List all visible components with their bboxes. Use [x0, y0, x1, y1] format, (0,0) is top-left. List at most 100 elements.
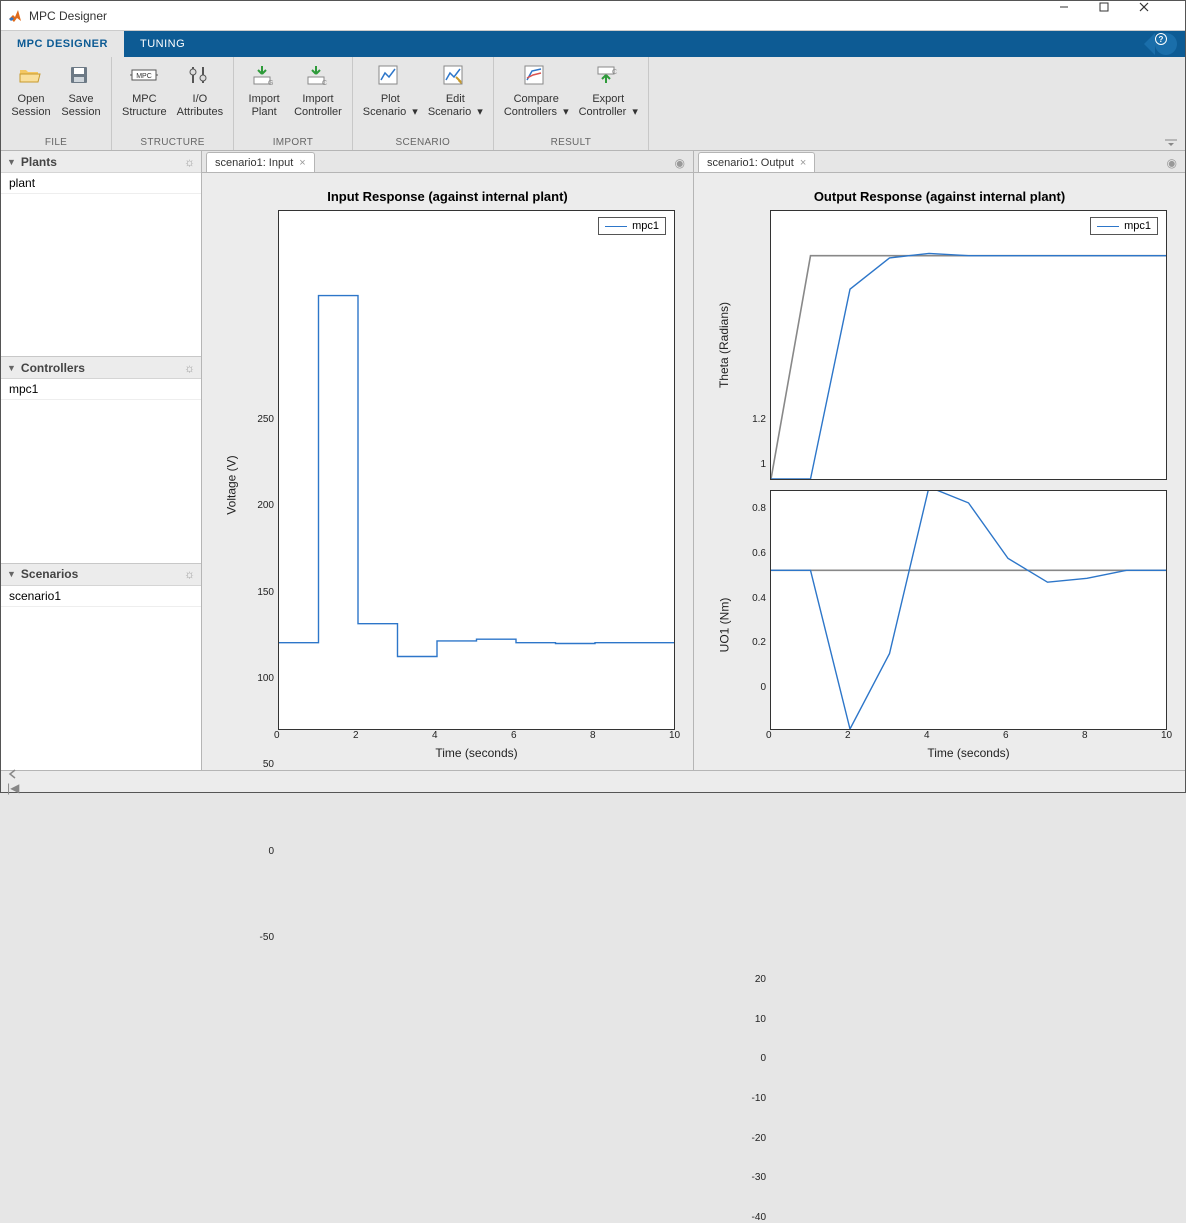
input-plot-area: Input Response (against internal plant) …	[202, 173, 693, 770]
sidebar: ▼Plants☼plant ▼ Controllers ☼mpc1 ▼ Scenarios…	[1, 151, 202, 770]
legend-label: mpc1	[632, 220, 659, 232]
plot-scenario-button[interactable]: Plot Scenario ▾	[359, 59, 422, 137]
y-axis-label: UO1 (Nm)	[717, 598, 731, 653]
import-controller-button[interactable]: CImport Controller	[290, 59, 346, 137]
list-item[interactable]: scenario1	[1, 586, 201, 607]
tick-label: 200	[257, 500, 274, 511]
legend: mpc1	[1090, 217, 1158, 235]
toolbtn-label: Import Plant	[249, 93, 280, 118]
tick-label: 50	[263, 759, 274, 770]
save-button[interactable]: Save Session	[57, 59, 105, 137]
tick-label: 20	[755, 974, 766, 985]
tick-label: 250	[257, 414, 274, 425]
panel-body: mpc1	[1, 379, 201, 562]
tick-label: 10	[755, 1014, 766, 1025]
panel-title: Controllers	[21, 361, 85, 375]
close-button[interactable]	[1139, 2, 1179, 30]
output-plot-panel: scenario1: Output × ◉ Output Response (a…	[694, 151, 1185, 770]
history-back-icon[interactable]: |◀	[7, 768, 19, 794]
matlab-logo-icon	[7, 8, 23, 24]
tick-label: 0	[766, 730, 772, 741]
collapse-toolstrip-icon[interactable]	[1163, 138, 1179, 148]
axes-uo1[interactable]	[770, 490, 1167, 730]
axes-input[interactable]: mpc1	[278, 210, 675, 730]
legend-label: mpc1	[1124, 220, 1151, 232]
tick-label: 10	[1161, 730, 1172, 741]
svg-text:C: C	[612, 69, 617, 76]
group-label: SCENARIO	[359, 137, 487, 150]
toolbtn-label: Export Controller ▾	[579, 93, 638, 118]
chevron-down-icon: ▾	[563, 106, 569, 119]
chevron-down-icon: ▼	[7, 363, 16, 373]
y-ticks: 00.20.40.60.811.2	[736, 210, 770, 480]
svg-text:MPC: MPC	[137, 73, 153, 80]
x-ticks: 0246810	[278, 730, 675, 746]
tab-tuning[interactable]: TUNING	[124, 31, 201, 57]
help-button[interactable]: ?	[1155, 33, 1177, 55]
title-bar: MPC Designer	[1, 1, 1185, 31]
import-plant-button[interactable]: G Import Plant	[240, 59, 288, 137]
panel-header[interactable]: ▼ Controllers ☼	[1, 357, 201, 379]
export-button[interactable]: C Export Controller ▾	[575, 59, 642, 137]
list-item[interactable]: mpc1	[1, 379, 201, 400]
gear-icon[interactable]: ☼	[184, 567, 195, 581]
toolgroup-scenario: Plot Scenario ▾Edit Scenario ▾ SCENARIO	[353, 57, 494, 150]
close-icon[interactable]: ×	[299, 157, 305, 169]
tick-label: 1	[760, 459, 766, 470]
toolbtn-label: MPC Structure	[122, 93, 167, 118]
gear-icon[interactable]: ☼	[184, 155, 195, 169]
toolbtn-label: Compare Controllers ▾	[504, 93, 569, 118]
gear-icon[interactable]: ☼	[184, 361, 195, 375]
panel-config-icon[interactable]: ◉	[675, 156, 685, 170]
toolbtn-label: Save Session	[61, 93, 100, 118]
window-title: MPC Designer	[29, 9, 1059, 23]
toolgroup-file: Open Session Save Session FILE	[1, 57, 112, 150]
output-plot-area: Output Response (against internal plant)…	[694, 173, 1185, 770]
tick-label: 4	[924, 730, 930, 741]
io-attributes-button[interactable]: I/O Attributes	[173, 59, 227, 137]
save-icon	[67, 63, 95, 91]
group-label: FILE	[7, 137, 105, 150]
tick-label: -20	[752, 1133, 766, 1144]
toolgroup-result: Compare Controllers ▾ C Export Controller …	[494, 57, 649, 150]
axes-theta[interactable]: mpc1	[770, 210, 1167, 480]
import-controller-icon: C	[304, 63, 332, 91]
sidebar-panel-scenarios: ▼Scenarios☼scenario1	[1, 564, 201, 770]
plots-area: scenario1: Input × ◉ Input Response (aga…	[202, 151, 1185, 770]
toolbtn-label: Edit Scenario ▾	[428, 93, 483, 118]
compare-button[interactable]: Compare Controllers ▾	[500, 59, 573, 137]
tick-label: 150	[257, 587, 274, 598]
tick-label: 8	[590, 730, 596, 741]
close-icon[interactable]: ×	[800, 157, 806, 169]
app-tabstrip: MPC DESIGNER TUNING ?	[1, 31, 1185, 57]
panel-header[interactable]: ▼Scenarios☼	[1, 564, 201, 586]
doc-tab-output[interactable]: scenario1: Output ×	[698, 152, 815, 172]
tick-label: 6	[511, 730, 517, 741]
legend: mpc1	[598, 217, 666, 235]
tick-label: 10	[669, 730, 680, 741]
edit-scenario-button[interactable]: Edit Scenario ▾	[424, 59, 487, 137]
doc-tabbar-left: scenario1: Input × ◉	[202, 151, 693, 173]
tick-label: -30	[752, 1172, 766, 1183]
maximize-button[interactable]	[1099, 2, 1139, 30]
tick-label: -40	[752, 1212, 766, 1223]
folder-open-button[interactable]: Open Session	[7, 59, 55, 137]
export-icon: C	[594, 63, 622, 91]
mpc-structure-icon: MPC	[130, 63, 158, 91]
compare-icon	[522, 63, 550, 91]
toolbtn-label: Open Session	[11, 93, 50, 118]
tick-label: -10	[752, 1093, 766, 1104]
x-ticks: 0246810	[770, 730, 1167, 746]
list-item[interactable]: plant	[1, 173, 201, 194]
tick-label: 0	[274, 730, 280, 741]
tick-label: 2	[353, 730, 359, 741]
doc-tab-input[interactable]: scenario1: Input ×	[206, 152, 315, 172]
panel-title: Scenarios	[21, 567, 78, 581]
tab-mpc-designer[interactable]: MPC DESIGNER	[1, 31, 124, 57]
panel-config-icon[interactable]: ◉	[1167, 156, 1177, 170]
panel-header[interactable]: ▼Plants☼	[1, 151, 201, 173]
svg-text:G: G	[268, 80, 273, 87]
minimize-button[interactable]	[1059, 2, 1099, 30]
doc-tab-label: scenario1: Output	[707, 157, 794, 169]
mpc-structure-button[interactable]: MPC MPC Structure	[118, 59, 171, 137]
